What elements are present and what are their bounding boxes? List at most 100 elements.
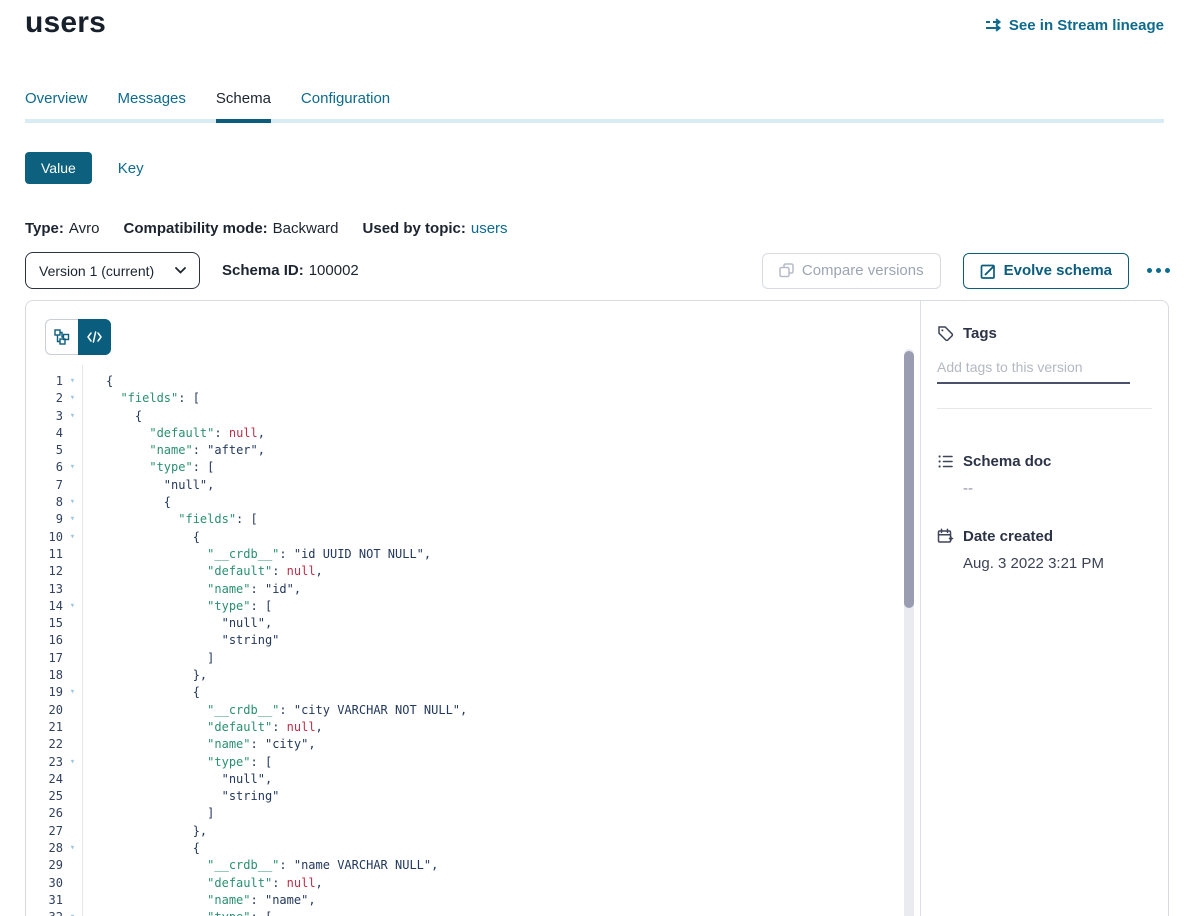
fold-toggle-icon[interactable]: ▾	[63, 459, 82, 476]
code-text: "default": null,	[82, 563, 323, 580]
code-line: 8▾ {	[26, 494, 896, 511]
tab-messages[interactable]: Messages	[118, 90, 186, 123]
fold-toggle-icon[interactable]: ▾	[63, 598, 82, 615]
tags-section-title: Tags	[937, 325, 1152, 342]
code-line: 25 "string"	[26, 788, 896, 805]
schema-page: users See in Stream lineage Overview Mes…	[0, 0, 1189, 916]
list-icon	[937, 453, 954, 470]
code-line: 12 "default": null,	[26, 563, 896, 580]
line-number: 13	[26, 581, 63, 598]
code-text: {	[82, 684, 200, 701]
compatibility-mode: Compatibility mode:Backward	[123, 220, 338, 237]
see-in-stream-lineage-link[interactable]: See in Stream lineage	[984, 16, 1164, 34]
page-title: users	[25, 6, 106, 40]
fold-spacer	[63, 771, 82, 788]
date-created-value: Aug. 3 2022 3:21 PM	[937, 555, 1152, 572]
tab-configuration[interactable]: Configuration	[301, 90, 390, 123]
schema-doc-value: --	[937, 480, 1152, 497]
fold-spacer	[63, 805, 82, 822]
fold-toggle-icon[interactable]: ▾	[63, 840, 82, 857]
fold-toggle-icon[interactable]: ▾	[63, 373, 82, 390]
scrollbar-thumb[interactable]	[904, 351, 914, 608]
tab-overview[interactable]: Overview	[25, 90, 88, 123]
code-line: 28▾ {	[26, 840, 896, 857]
code-text: {	[82, 494, 171, 511]
line-number: 29	[26, 857, 63, 874]
chevron-down-icon	[175, 267, 186, 274]
sidebar-divider	[937, 408, 1152, 409]
line-number: 31	[26, 892, 63, 909]
line-number: 16	[26, 632, 63, 649]
code-text: "string"	[82, 632, 279, 649]
more-actions-button[interactable]	[1145, 264, 1172, 277]
code-line: 20 "__crdb__": "city VARCHAR NOT NULL",	[26, 702, 896, 719]
fold-spacer	[63, 615, 82, 632]
fold-spacer	[63, 788, 82, 805]
fold-toggle-icon[interactable]: ▾	[63, 408, 82, 425]
code-line: 27 },	[26, 823, 896, 840]
fold-spacer	[63, 650, 82, 667]
line-number: 10	[26, 529, 63, 546]
line-number: 3	[26, 408, 63, 425]
code-text: "fields": [	[82, 511, 258, 528]
tree-view-button[interactable]	[45, 319, 78, 355]
line-number: 4	[26, 425, 63, 442]
line-number: 6	[26, 459, 63, 476]
code-text: {	[82, 840, 200, 857]
fold-spacer	[63, 719, 82, 736]
fold-spacer	[63, 857, 82, 874]
key-toggle-link[interactable]: Key	[118, 160, 144, 177]
code-line: 29 "__crdb__": "name VARCHAR NULL",	[26, 857, 896, 874]
code-line: 13 "name": "id",	[26, 581, 896, 598]
code-line: 4 "default": null,	[26, 425, 896, 442]
code-line: 9▾ "fields": [	[26, 511, 896, 528]
evolve-schema-button[interactable]: Evolve schema	[963, 253, 1129, 289]
line-number: 32	[26, 909, 63, 916]
compare-versions-button[interactable]: Compare versions	[762, 253, 941, 289]
code-line: 32▾ "type": [	[26, 909, 896, 916]
code-line: 11 "__crdb__": "id UUID NOT NULL",	[26, 546, 896, 563]
fold-toggle-icon[interactable]: ▾	[63, 511, 82, 528]
line-number: 30	[26, 875, 63, 892]
code-line: 21 "default": null,	[26, 719, 896, 736]
code-text: ]	[82, 805, 214, 822]
code-line: 2▾ "fields": [	[26, 390, 896, 407]
code-line: 18 },	[26, 667, 896, 684]
code-line: 5 "name": "after",	[26, 442, 896, 459]
used-by-topic: Used by topic:users	[363, 220, 508, 237]
fold-spacer	[63, 546, 82, 563]
code-text: "null",	[82, 477, 214, 494]
code-text: "__crdb__": "name VARCHAR NULL",	[82, 857, 438, 874]
schema-doc-section-title: Schema doc	[937, 453, 1152, 470]
code-view-button[interactable]	[78, 319, 111, 355]
code-line: 26 ]	[26, 805, 896, 822]
fold-spacer	[63, 632, 82, 649]
code-line: 15 "null",	[26, 615, 896, 632]
version-select[interactable]: Version 1 (current)	[25, 252, 200, 289]
code-line: 6▾ "type": [	[26, 459, 896, 476]
line-number: 9	[26, 511, 63, 528]
add-tags-input[interactable]	[937, 355, 1130, 384]
code-text: },	[82, 667, 207, 684]
value-toggle-button[interactable]: Value	[25, 152, 92, 184]
compare-icon	[779, 263, 794, 278]
fold-toggle-icon[interactable]: ▾	[63, 494, 82, 511]
fold-spacer	[63, 581, 82, 598]
version-bar: Version 1 (current) Schema ID:100002 Com…	[25, 252, 1172, 289]
fold-spacer	[63, 892, 82, 909]
ellipsis-icon	[1147, 268, 1152, 273]
code-text: },	[82, 823, 207, 840]
editor-scrollbar[interactable]	[904, 349, 914, 916]
fold-toggle-icon[interactable]: ▾	[63, 684, 82, 701]
schema-id: Schema ID:100002	[222, 262, 359, 279]
fold-toggle-icon[interactable]: ▾	[63, 390, 82, 407]
fold-toggle-icon[interactable]: ▾	[63, 754, 82, 771]
tab-schema[interactable]: Schema	[216, 90, 271, 123]
fold-spacer	[63, 875, 82, 892]
topic-link[interactable]: users	[471, 220, 508, 237]
edit-icon	[980, 263, 996, 279]
fold-toggle-icon[interactable]: ▾	[63, 529, 82, 546]
fold-toggle-icon[interactable]: ▾	[63, 909, 82, 916]
code-line: 1▾{	[26, 373, 896, 390]
code-text: "string"	[82, 788, 279, 805]
